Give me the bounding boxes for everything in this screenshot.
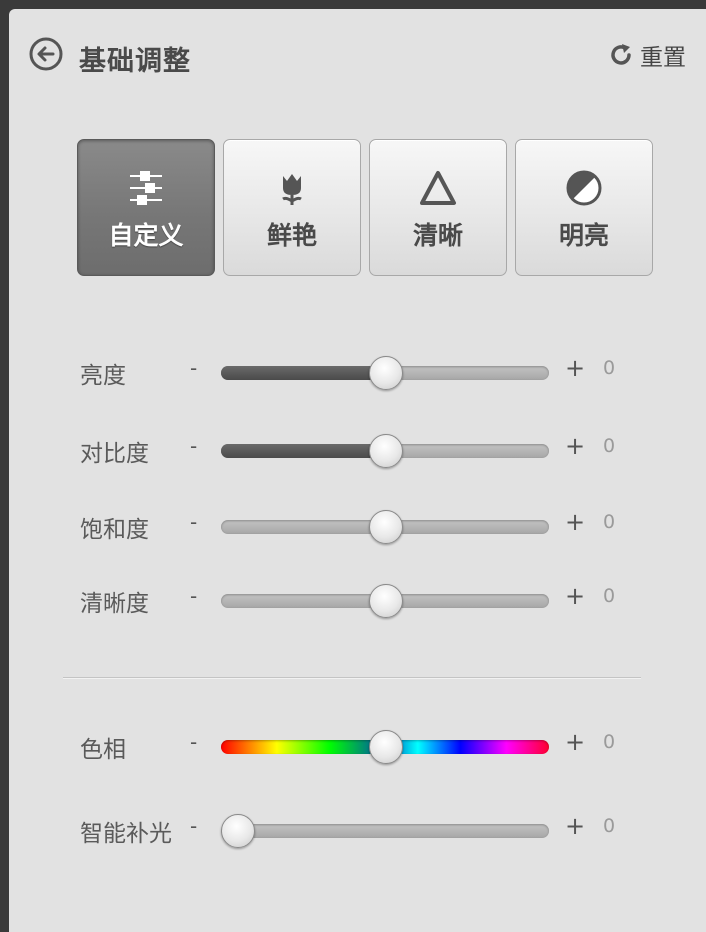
back-arrow-icon[interactable] [29, 37, 63, 71]
slider-value: 0 [603, 357, 616, 379]
slider-label: 饱和度 [80, 517, 149, 543]
basic-adjust-panel: 基础调整 重置 自定义 鲜艳 清晰 明亮 亮度 - + 0 对比度 - + 0 … [9, 9, 706, 932]
hue-row: 色相 - + 0 [9, 726, 706, 766]
brightness-row: 亮度 - + 0 [9, 352, 706, 392]
slider-value: 0 [603, 585, 616, 607]
decrease-button[interactable]: - [190, 434, 197, 458]
reset-button[interactable]: 重置 [608, 41, 686, 71]
decrease-button[interactable]: - [190, 356, 197, 380]
decrease-button[interactable]: - [190, 510, 197, 534]
slider-label: 对比度 [80, 441, 149, 467]
increase-button[interactable]: + [565, 728, 585, 756]
sliders-icon [130, 171, 162, 205]
half-circle-icon [566, 170, 602, 206]
increase-button[interactable]: + [565, 354, 585, 382]
preset-vivid-button[interactable]: 鲜艳 [223, 139, 361, 276]
preset-custom-button[interactable]: 自定义 [77, 139, 215, 276]
preset-label: 明亮 [558, 221, 609, 250]
preset-label: 鲜艳 [266, 221, 317, 250]
tulip-icon [282, 174, 302, 205]
slider-thumb[interactable] [221, 814, 256, 848]
preset-label: 清晰 [412, 221, 463, 250]
slider-label: 智能补光 [80, 821, 172, 847]
refresh-icon [611, 44, 631, 65]
section-divider [63, 677, 641, 679]
increase-button[interactable]: + [565, 582, 585, 610]
slider-thumb[interactable] [369, 510, 403, 544]
fill-light-row: 智能补光 - + 0 [9, 810, 706, 850]
increase-button[interactable]: + [565, 432, 585, 460]
preset-sharp-button[interactable]: 清晰 [369, 139, 507, 276]
decrease-button[interactable]: - [190, 730, 197, 754]
contrast-slider[interactable] [221, 434, 549, 468]
preset-buttons: 自定义 鲜艳 清晰 明亮 [77, 139, 657, 276]
page-title: 基础调整 [79, 46, 191, 77]
sharpness-slider[interactable] [221, 584, 549, 618]
slider-fill [221, 444, 385, 458]
preset-label: 自定义 [108, 221, 184, 250]
slider-value: 0 [603, 731, 616, 753]
slider-thumb[interactable] [369, 434, 403, 468]
slider-value: 0 [603, 511, 616, 533]
slider-fill [221, 366, 385, 380]
slider-thumb[interactable] [369, 730, 403, 764]
increase-button[interactable]: + [565, 812, 585, 840]
slider-thumb[interactable] [369, 356, 403, 390]
slider-thumb[interactable] [369, 584, 403, 618]
reset-label: 重置 [640, 45, 686, 71]
panel-header: 基础调整 重置 [9, 9, 706, 99]
saturation-row: 饱和度 - + 0 [9, 506, 706, 546]
preset-bright-button[interactable]: 明亮 [515, 139, 653, 276]
contrast-row: 对比度 - + 0 [9, 430, 706, 470]
sharpness-row: 清晰度 - + 0 [9, 580, 706, 620]
triangle-icon [420, 171, 456, 205]
increase-button[interactable]: + [565, 508, 585, 536]
hue-slider[interactable] [221, 730, 549, 764]
decrease-button[interactable]: - [190, 814, 197, 838]
decrease-button[interactable]: - [190, 584, 197, 608]
slider-value: 0 [603, 435, 616, 457]
slider-label: 亮度 [80, 363, 126, 389]
brightness-slider[interactable] [221, 356, 549, 390]
saturation-slider[interactable] [221, 510, 549, 544]
fill-light-slider[interactable] [221, 814, 549, 848]
slider-value: 0 [603, 815, 616, 837]
slider-label: 清晰度 [80, 591, 149, 617]
slider-label: 色相 [80, 737, 126, 763]
